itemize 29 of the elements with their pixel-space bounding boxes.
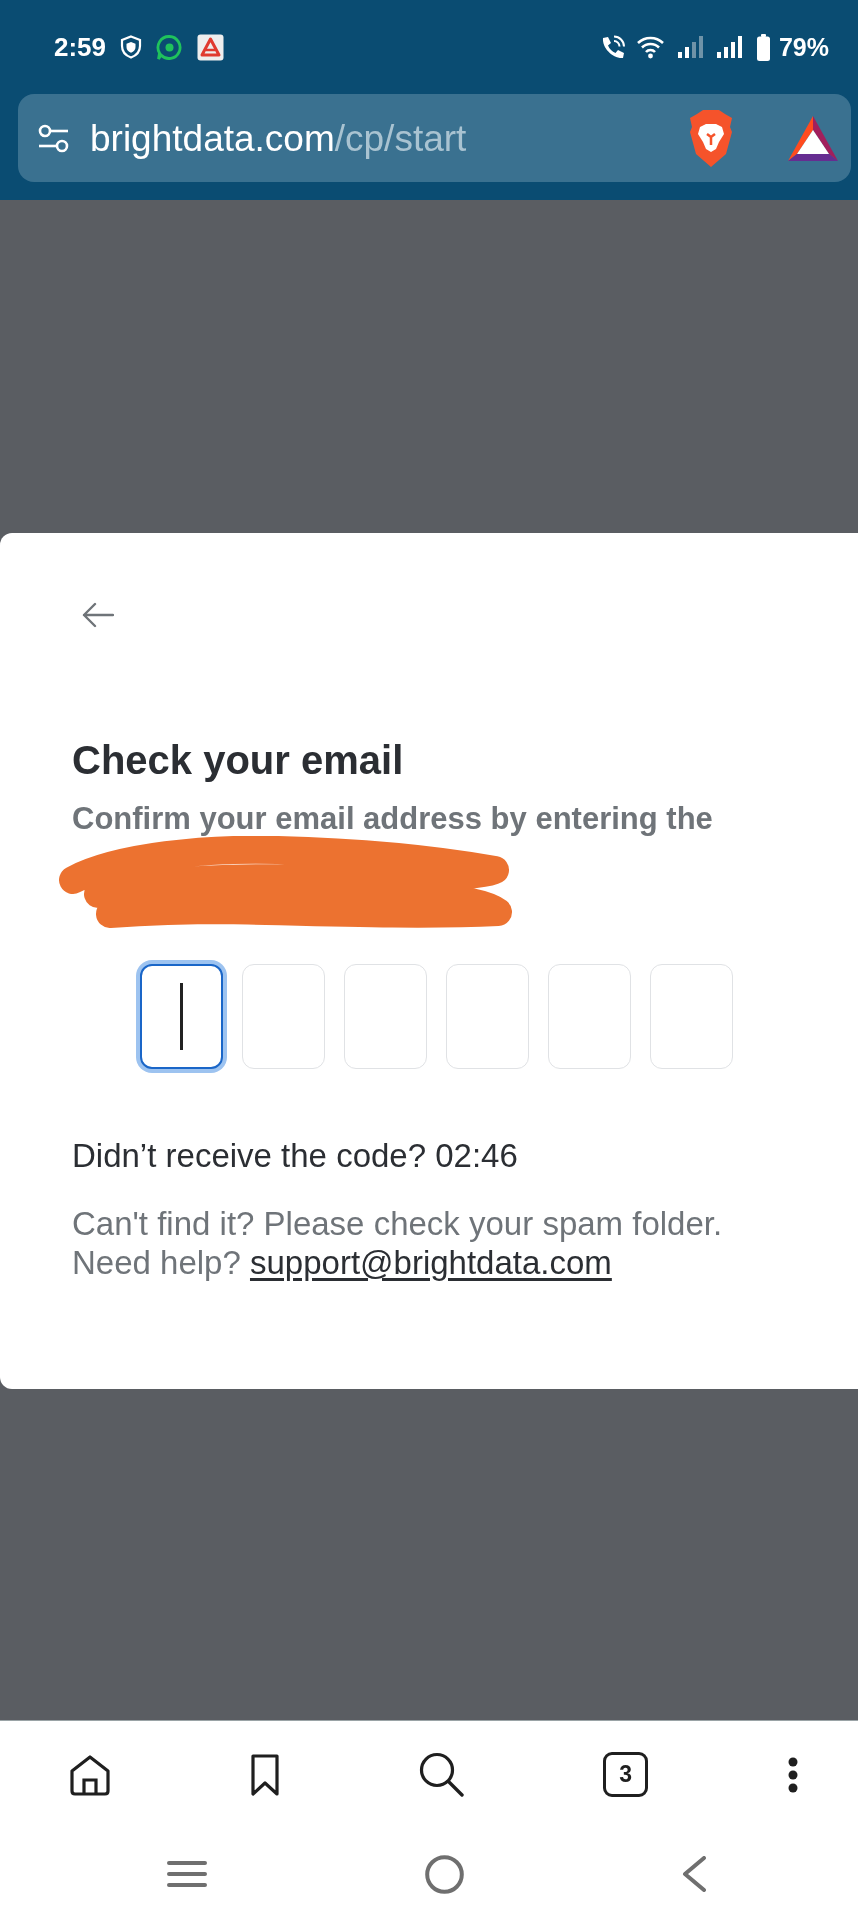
tune-icon[interactable] bbox=[38, 122, 69, 154]
home-circle-icon[interactable] bbox=[425, 1854, 464, 1894]
triangle-tile-icon bbox=[197, 33, 225, 61]
dialog-subtitle: Confirm your email address by entering the bbox=[72, 801, 713, 836]
recents-icon[interactable] bbox=[167, 1860, 207, 1888]
wifi-icon bbox=[635, 35, 665, 59]
address-bar[interactable]: brightdata.com/cp/start bbox=[18, 94, 851, 182]
lion-shield-icon[interactable] bbox=[688, 109, 734, 167]
help-text: Can't find it? Please check your spam folder. Need help? support@brightdata.com bbox=[72, 1204, 723, 1282]
more-icon[interactable] bbox=[788, 1756, 798, 1793]
search-icon[interactable] bbox=[418, 1752, 464, 1797]
back-arrow-icon[interactable] bbox=[82, 602, 114, 628]
dialog-title: Check your email bbox=[72, 737, 404, 784]
shield-icon bbox=[120, 35, 143, 59]
signal-icon bbox=[677, 36, 704, 58]
chat-bubble-icon bbox=[156, 33, 184, 61]
signal-icon bbox=[716, 36, 743, 58]
triangle-logo-icon[interactable] bbox=[788, 115, 838, 161]
phone-call-icon bbox=[601, 34, 628, 60]
tab-switcher-button[interactable]: 3 bbox=[603, 1752, 649, 1797]
battery-percent: 79% bbox=[778, 34, 829, 60]
support-email-link[interactable]: support@brightdata.com bbox=[250, 1244, 612, 1281]
status-time: 2:59 bbox=[54, 34, 107, 60]
battery-icon bbox=[756, 33, 770, 61]
url-text[interactable]: brightdata.com/cp/start bbox=[90, 119, 467, 157]
bookmark-icon[interactable] bbox=[250, 1753, 279, 1796]
back-chevron-icon[interactable] bbox=[682, 1856, 707, 1892]
home-icon[interactable] bbox=[69, 1753, 111, 1796]
resend-countdown-text: Didn’t receive the code? 02:46 bbox=[72, 1137, 518, 1175]
